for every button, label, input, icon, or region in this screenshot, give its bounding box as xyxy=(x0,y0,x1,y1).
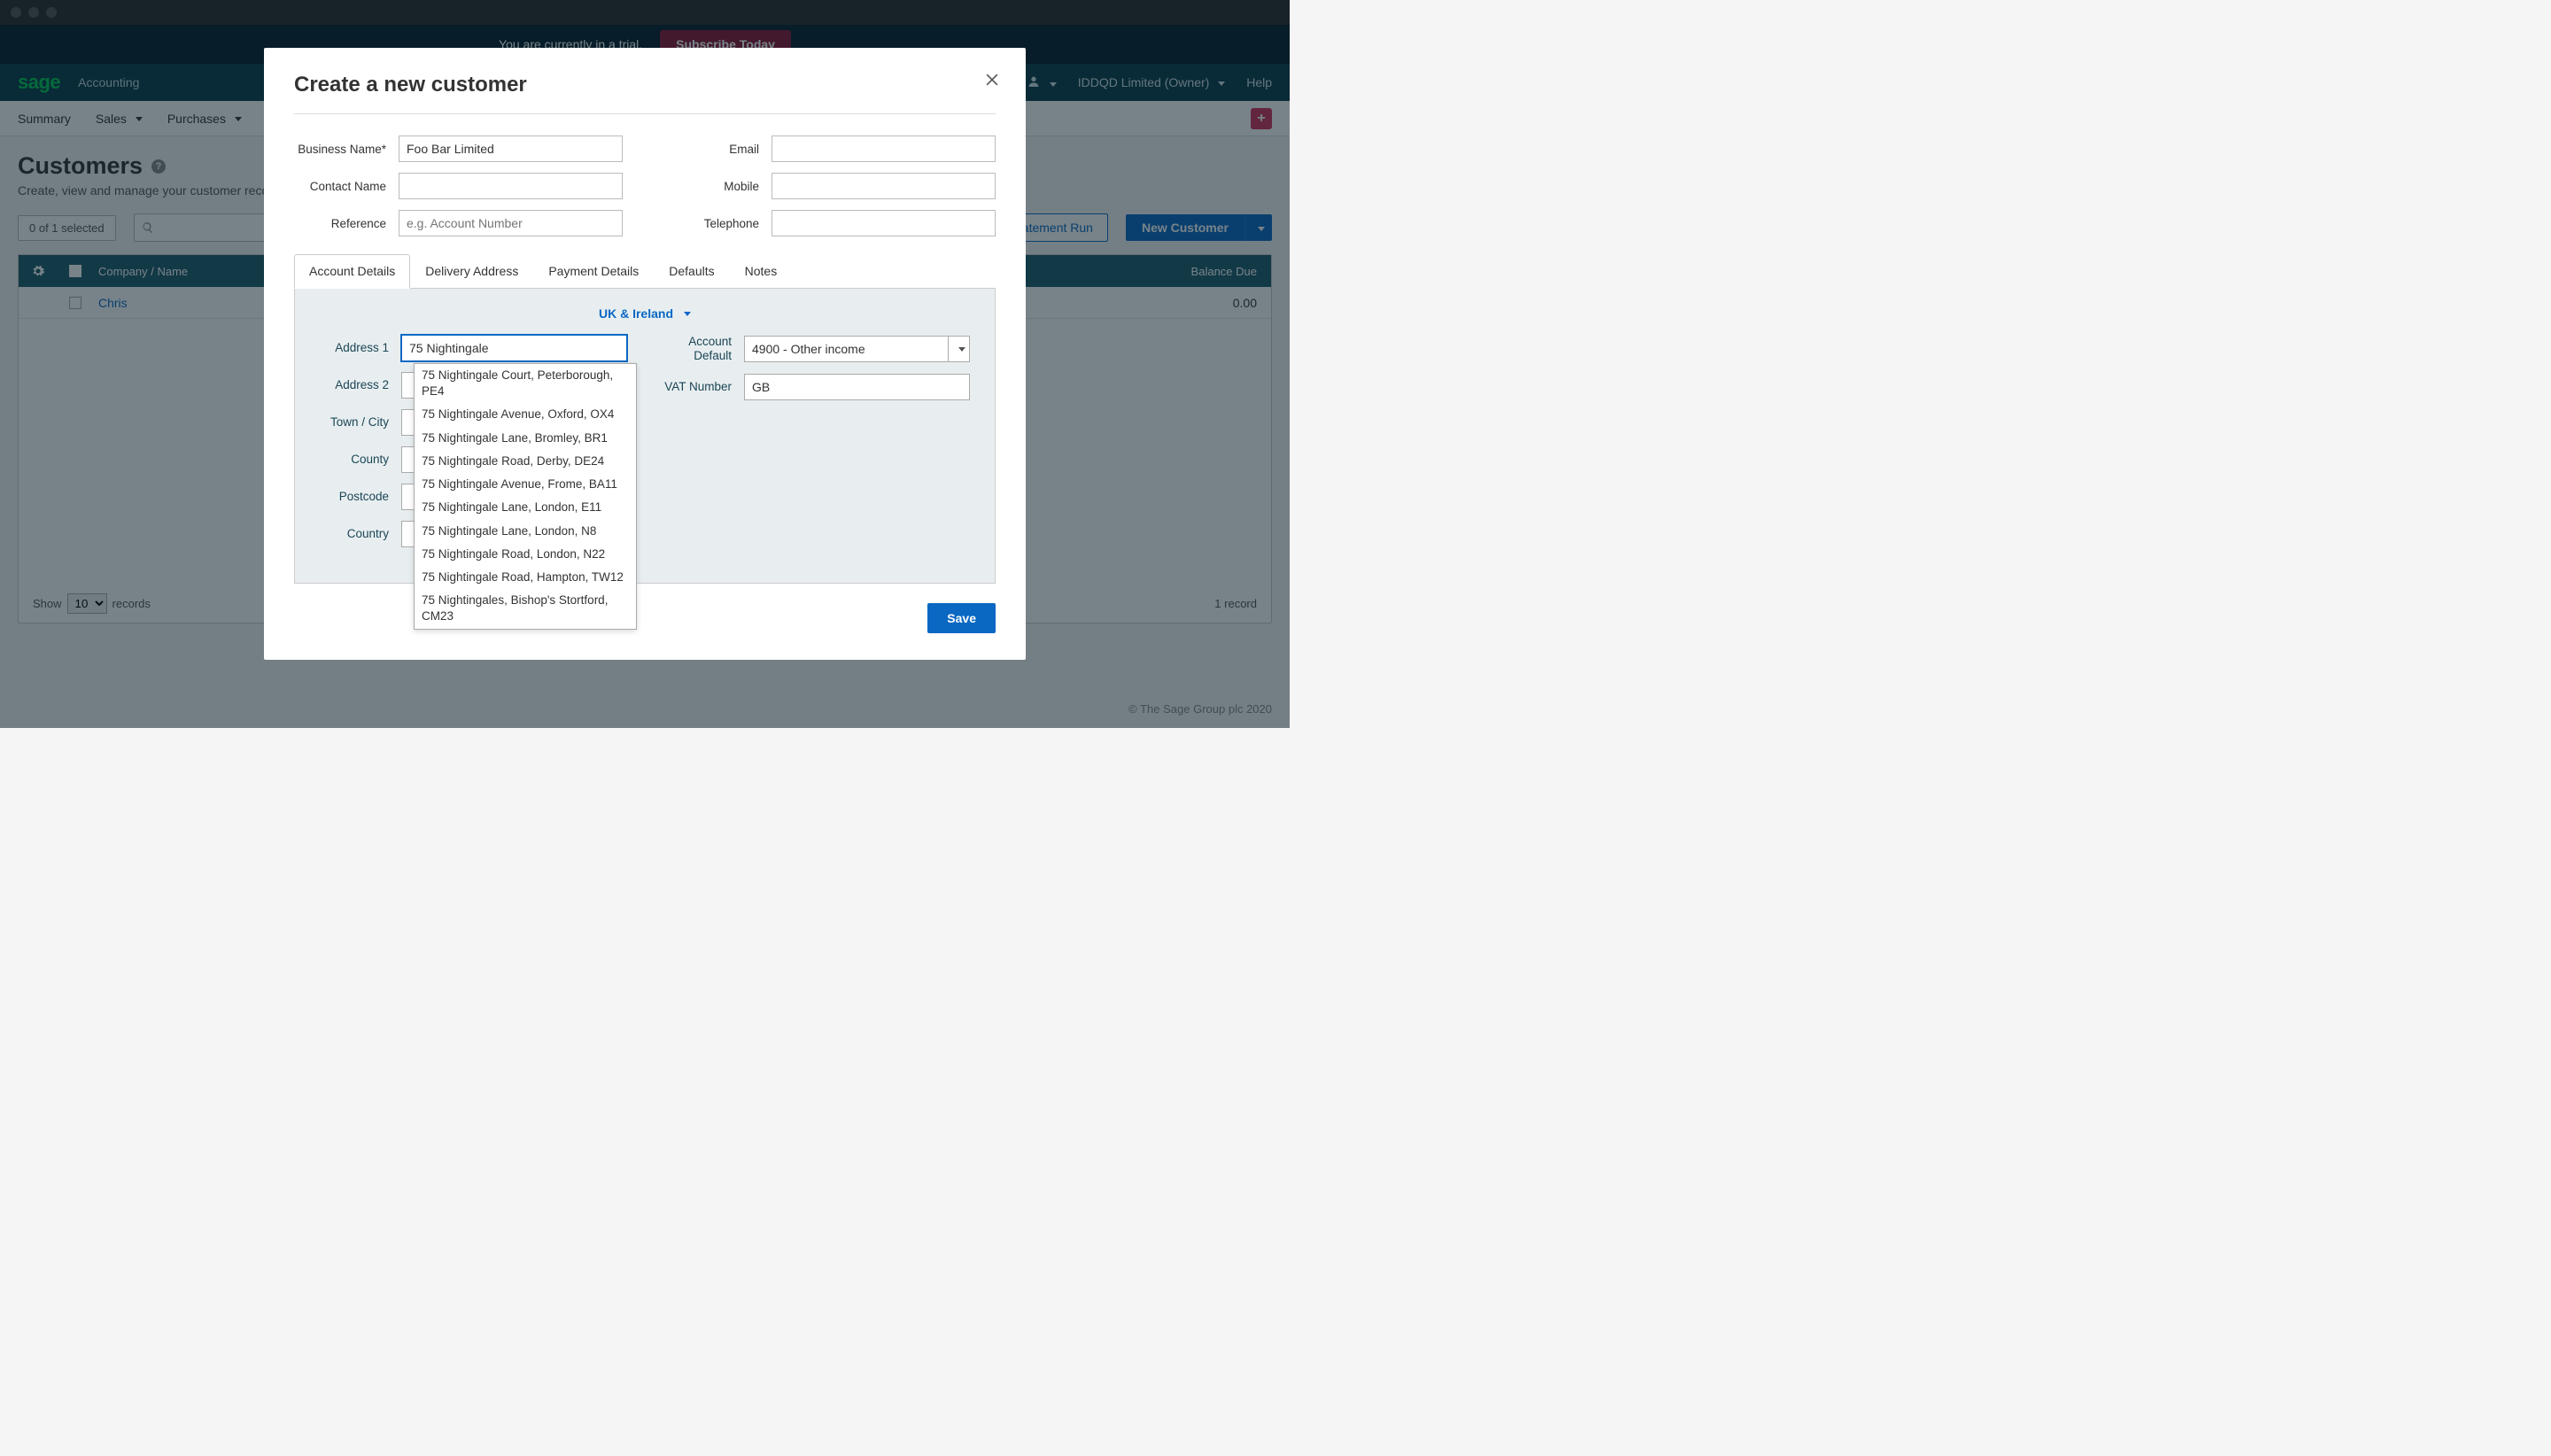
contact-name-input[interactable] xyxy=(399,173,623,199)
caret-down-icon xyxy=(684,312,691,316)
autocomplete-item[interactable]: 75 Nightingale Lane, Bromley, BR1 xyxy=(415,427,636,450)
tab-payment-details[interactable]: Payment Details xyxy=(533,254,654,288)
email-input[interactable] xyxy=(772,136,996,162)
close-button[interactable] xyxy=(983,71,1001,91)
address1-label: Address 1 xyxy=(320,341,401,355)
caret-down-icon xyxy=(958,347,965,352)
account-default-value: 4900 - Other income xyxy=(744,336,949,362)
address2-label: Address 2 xyxy=(320,378,401,392)
save-button[interactable]: Save xyxy=(927,603,996,633)
autocomplete-item[interactable]: 75 Nightingale Road, London, N22 xyxy=(415,543,636,566)
account-default-label: Account Default xyxy=(663,335,744,363)
address-autocomplete: 75 Nightingale Court, Peterborough, PE4 … xyxy=(414,363,637,630)
autocomplete-item[interactable]: 75 Nightingale Court, Peterborough, PE4 xyxy=(415,364,636,403)
county-label: County xyxy=(320,453,401,467)
vat-number-label: VAT Number xyxy=(663,380,744,394)
reference-label: Reference xyxy=(294,217,399,230)
autocomplete-item[interactable]: 75 Nightingale Lane, London, N8 xyxy=(415,520,636,543)
business-name-input[interactable] xyxy=(399,136,623,162)
vat-number-input[interactable] xyxy=(744,374,970,400)
autocomplete-item[interactable]: 75 Nightingale Road, Hampton, TW12 xyxy=(415,566,636,589)
autocomplete-item[interactable]: 75 Nightingale Avenue, Oxford, OX4 xyxy=(415,403,636,426)
tab-delivery-address[interactable]: Delivery Address xyxy=(410,254,533,288)
close-icon xyxy=(983,71,1001,89)
tab-defaults[interactable]: Defaults xyxy=(654,254,729,288)
tab-account-details[interactable]: Account Details xyxy=(294,254,410,289)
autocomplete-item[interactable]: 75 Nightingale Road, Derby, DE24 xyxy=(415,450,636,473)
telephone-label: Telephone xyxy=(667,217,772,230)
business-name-label: Business Name* xyxy=(294,143,399,156)
region-dropdown[interactable]: UK & Ireland xyxy=(320,306,970,321)
modal-tabs: Account Details Delivery Address Payment… xyxy=(294,254,996,289)
town-label: Town / City xyxy=(320,415,401,430)
select-caret xyxy=(949,336,970,362)
account-details-panel: UK & Ireland Address 1 75 Nightingale Co… xyxy=(294,289,996,584)
country-label: Country xyxy=(320,527,401,541)
mobile-input[interactable] xyxy=(772,173,996,199)
mobile-label: Mobile xyxy=(667,180,772,193)
email-label: Email xyxy=(667,143,772,156)
modal-top-form: Business Name* Contact Name Reference Em… xyxy=(294,136,996,247)
autocomplete-item[interactable]: 75 Nightingale Lane, London, E11 xyxy=(415,496,636,519)
autocomplete-item[interactable]: 75 Nightingale Avenue, Frome, BA11 xyxy=(415,473,636,496)
modal-overlay: Create a new customer Business Name* Con… xyxy=(0,0,1290,728)
account-default-select[interactable]: 4900 - Other income xyxy=(744,336,970,362)
telephone-input[interactable] xyxy=(772,210,996,236)
modal-title: Create a new customer xyxy=(294,73,996,97)
create-customer-modal: Create a new customer Business Name* Con… xyxy=(264,48,1026,660)
tab-notes[interactable]: Notes xyxy=(730,254,793,288)
reference-input[interactable] xyxy=(399,210,623,236)
autocomplete-item[interactable]: 75 Nightingales, Bishop's Stortford, CM2… xyxy=(415,589,636,628)
address1-input[interactable] xyxy=(401,335,627,361)
contact-name-label: Contact Name xyxy=(294,180,399,193)
postcode-label: Postcode xyxy=(320,490,401,504)
